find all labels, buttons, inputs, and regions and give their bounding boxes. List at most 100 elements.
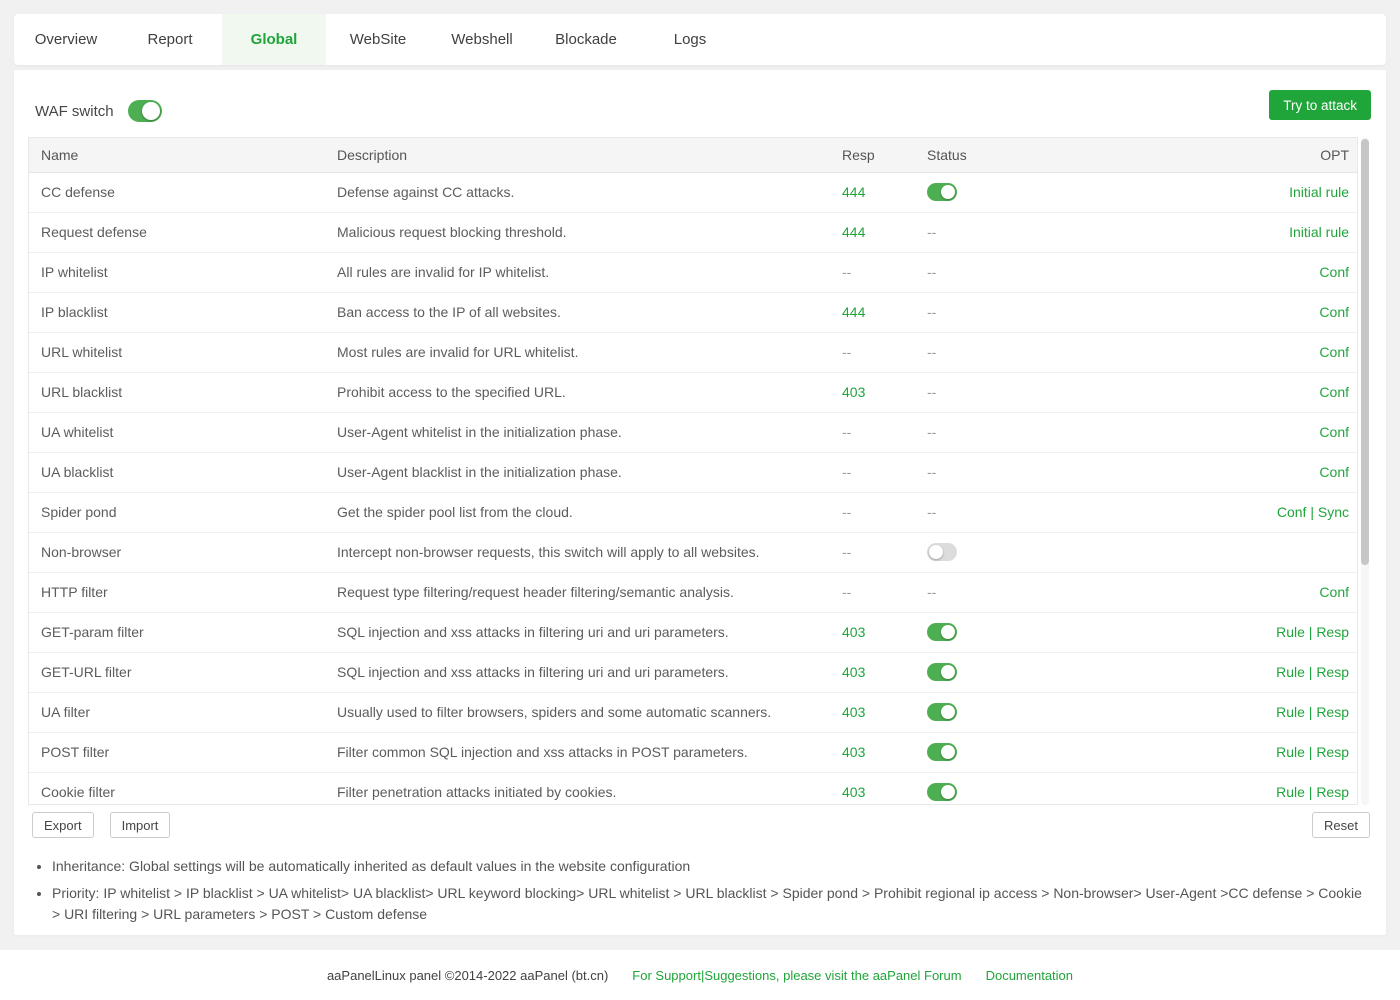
table-scrollbar[interactable] [1361,137,1369,805]
waf-table-body: CC defenseDefense against CC attacks.444… [29,172,1357,805]
rule-status-none: -- [927,224,936,240]
opt-link-conf[interactable]: Conf [1277,504,1307,520]
opt-separator: | [1305,664,1316,680]
rule-description: Malicious request blocking threshold. [337,212,842,252]
try-to-attack-button[interactable]: Try to attack [1269,90,1371,120]
rule-status-cell: -- [927,412,1125,452]
rule-name: UA filter [29,692,337,732]
opt-link-resp[interactable]: Resp [1316,784,1349,800]
waf-switch-toggle[interactable] [128,100,162,122]
rule-resp: -- [842,532,927,572]
import-button[interactable]: Import [110,812,171,838]
tab-website[interactable]: WebSite [326,14,430,65]
table-row: POST filterFilter common SQL injection a… [29,732,1357,772]
toggle-knob [941,745,955,759]
tab-overview[interactable]: Overview [14,14,118,65]
support-link[interactable]: For Support|Suggestions, please visit th… [632,968,961,983]
rule-status-toggle[interactable] [927,743,957,761]
opt-link-conf[interactable]: Conf [1319,584,1349,600]
rule-status-cell: -- [927,292,1125,332]
tab-blockade[interactable]: Blockade [534,14,638,65]
opt-link-conf[interactable]: Conf [1319,424,1349,440]
rule-description: Most rules are invalid for URL whitelist… [337,332,842,372]
rule-name: CC defense [29,172,337,212]
opt-link-rule[interactable]: Rule [1276,704,1305,720]
table-scrollbar-thumb[interactable] [1361,139,1369,565]
rule-status-toggle[interactable] [927,543,957,561]
toggle-knob [142,102,160,120]
rule-opt-cell: Rule | Resp [1125,612,1357,652]
rule-status-cell: -- [927,572,1125,612]
rule-name: URL whitelist [29,332,337,372]
export-button[interactable]: Export [32,812,94,838]
table-row: Spider pondGet the spider pool list from… [29,492,1357,532]
opt-link-conf[interactable]: Conf [1319,464,1349,480]
table-row: Request defenseMalicious request blockin… [29,212,1357,252]
table-row: HTTP filterRequest type filtering/reques… [29,572,1357,612]
rule-resp: -- [842,572,927,612]
opt-link-resp[interactable]: Resp [1316,664,1349,680]
opt-link-conf[interactable]: Conf [1319,344,1349,360]
rule-status-toggle[interactable] [927,663,957,681]
table-row: UA filterUsually used to filter browsers… [29,692,1357,732]
opt-link-sync[interactable]: Sync [1318,504,1349,520]
tab-global[interactable]: Global [222,14,326,65]
waf-switch-row: WAF switch [35,95,162,127]
tab-logs[interactable]: Logs [638,14,742,65]
rule-status-cell [927,732,1125,772]
table-row: GET-URL filterSQL injection and xss atta… [29,652,1357,692]
rule-resp: -- [842,452,927,492]
rule-opt-cell: Conf [1125,412,1357,452]
rule-status-toggle[interactable] [927,623,957,641]
table-row: GET-param filterSQL injection and xss at… [29,612,1357,652]
reset-button[interactable]: Reset [1312,812,1370,838]
rule-name: URL blacklist [29,372,337,412]
rule-opt-cell: Conf [1125,292,1357,332]
rule-status-toggle[interactable] [927,703,957,721]
opt-link-rule[interactable]: Rule [1276,744,1305,760]
opt-link-conf[interactable]: Conf [1319,264,1349,280]
rule-name: GET-URL filter [29,652,337,692]
rule-status-none: -- [927,264,936,280]
documentation-link[interactable]: Documentation [986,968,1073,983]
waf-switch-label: WAF switch [35,103,114,120]
opt-link-rule[interactable]: Rule [1276,624,1305,640]
opt-link-rule[interactable]: Rule [1276,784,1305,800]
toggle-knob [941,665,955,679]
opt-link-rule[interactable]: Rule [1276,664,1305,680]
rule-status-cell [927,612,1125,652]
table-row: IP blacklistBan access to the IP of all … [29,292,1357,332]
rule-status-toggle[interactable] [927,783,957,801]
tab-report[interactable]: Report [118,14,222,65]
rule-status-cell: -- [927,252,1125,292]
column-header-description: Description [337,138,842,172]
rule-resp: 403 [842,612,927,652]
rule-status-none: -- [927,424,936,440]
page-footer: aaPanelLinux panel ©2014-2022 aaPanel (b… [0,950,1400,1000]
opt-link-conf[interactable]: Conf [1319,384,1349,400]
rule-description: User-Agent whitelist in the initializati… [337,412,842,452]
tab-webshell[interactable]: Webshell [430,14,534,65]
opt-separator: | [1305,704,1316,720]
toggle-knob [941,705,955,719]
rule-status-cell: -- [927,212,1125,252]
rule-resp: 444 [842,172,927,212]
rule-opt-cell: Conf | Sync [1125,492,1357,532]
rule-status-none: -- [927,464,936,480]
opt-separator: | [1305,784,1316,800]
rule-status-toggle[interactable] [927,183,957,201]
rule-opt-cell: Rule | Resp [1125,732,1357,772]
rule-status-cell [927,172,1125,212]
rule-name: HTTP filter [29,572,337,612]
rule-opt-cell [1125,532,1357,572]
opt-link-initial-rule[interactable]: Initial rule [1289,184,1349,200]
rule-resp: 403 [842,652,927,692]
rule-description: Defense against CC attacks. [337,172,842,212]
toggle-knob [941,625,955,639]
rule-status-cell: -- [927,452,1125,492]
opt-link-resp[interactable]: Resp [1316,624,1349,640]
opt-link-resp[interactable]: Resp [1316,704,1349,720]
opt-link-conf[interactable]: Conf [1319,304,1349,320]
opt-link-initial-rule[interactable]: Initial rule [1289,224,1349,240]
opt-link-resp[interactable]: Resp [1316,744,1349,760]
